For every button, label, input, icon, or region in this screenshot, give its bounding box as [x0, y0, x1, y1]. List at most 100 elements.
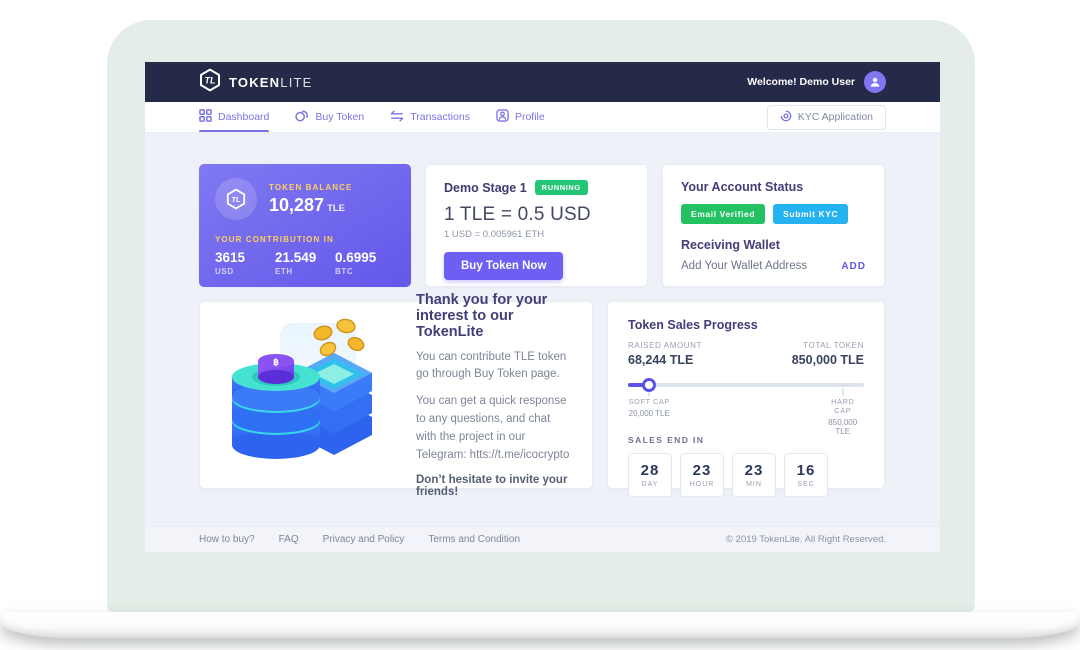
app-header: TL TOKENLITE Welcome! Demo User: [145, 62, 940, 102]
token-sales-progress-card: Token Sales Progress RAISED AMOUNT 68,24…: [607, 301, 885, 489]
token-stage-card: Demo Stage 1 RUNNING 1 TLE = 0.5 USD 1 U…: [425, 164, 648, 287]
balance-amount: 10,287TLE: [269, 195, 353, 216]
countdown-unit: SEC: [797, 481, 814, 488]
top-cards-row: TL TOKEN BALANCE 10,287TLE YOUR CONTRIBU…: [199, 164, 886, 287]
brand-name-bold: TOKEN: [229, 75, 280, 90]
contribution-currency: ETH: [275, 267, 335, 276]
contribution-btc: 0.6995 BTC: [335, 250, 395, 276]
sales-progress-slider: [628, 377, 864, 393]
balance-label: TOKEN BALANCE: [269, 183, 353, 192]
dashboard-grid-icon: [199, 109, 212, 125]
countdown-row: 28 DAY 23 HOUR 23 MIN 16: [628, 453, 864, 497]
countdown-box-hour: 23 HOUR: [680, 453, 724, 497]
sales-end-label: SALES END IN: [628, 435, 864, 445]
hard-cap-label-group: HARD CAP 850,000 TLE: [828, 397, 857, 436]
footer-link-faq[interactable]: FAQ: [279, 534, 299, 545]
nav-label: Dashboard: [218, 111, 269, 123]
laptop-mockup: TL TOKENLITE Welcome! Demo User Dashboar…: [0, 0, 1080, 650]
brand-name: TOKENLITE: [229, 75, 313, 90]
countdown-box-sec: 16 SEC: [784, 453, 828, 497]
token-rate: 1 TLE = 0.5 USD: [444, 204, 629, 226]
hard-cap-name: HARD CAP: [828, 397, 857, 415]
sales-progress-title: Token Sales Progress: [628, 318, 864, 332]
contribution-value: 21.549: [275, 250, 335, 265]
buy-token-now-button[interactable]: Buy Token Now: [444, 252, 563, 280]
soft-cap-label-group: SOFT CAP 20,000 TLE: [629, 397, 670, 418]
raised-amount-value: 68,244 TLE: [628, 353, 702, 367]
nav-item-profile[interactable]: Profile: [496, 102, 545, 132]
kyc-button-label: KYC Application: [798, 111, 873, 123]
receiving-wallet-title: Receiving Wallet: [681, 238, 866, 252]
countdown-box-min: 23 MIN: [732, 453, 776, 497]
countdown-value: 23: [745, 462, 764, 479]
countdown-unit: HOUR: [690, 481, 715, 488]
footer-link-privacy[interactable]: Privacy and Policy: [323, 534, 405, 545]
app-window: TL TOKENLITE Welcome! Demo User Dashboar…: [145, 62, 940, 552]
welcome-text: Welcome! Demo User: [747, 76, 855, 88]
kyc-application-button[interactable]: KYC Application: [767, 105, 886, 130]
contribution-value: 0.6995: [335, 250, 395, 265]
email-verified-badge: Email Verified: [681, 204, 765, 224]
stage-header: Demo Stage 1 RUNNING: [444, 180, 629, 195]
countdown-value: 16: [797, 462, 816, 479]
hard-cap-tick: [842, 388, 843, 396]
brand-name-light: LITE: [280, 75, 312, 90]
user-avatar[interactable]: [864, 71, 886, 93]
nav-item-dashboard[interactable]: Dashboard: [199, 102, 269, 132]
cap-labels: SOFT CAP 20,000 TLE HARD CAP 850,000 TLE: [628, 397, 864, 421]
transfer-arrows-icon: [390, 110, 404, 125]
nav-label: Transactions: [410, 111, 470, 123]
countdown-unit: DAY: [642, 481, 659, 488]
dashboard-content: TL TOKEN BALANCE 10,287TLE YOUR CONTRIBU…: [145, 133, 940, 526]
brand-logo: TL TOKENLITE: [199, 68, 313, 97]
user-menu[interactable]: Welcome! Demo User: [747, 71, 886, 93]
thank-you-invite-line: Don’t hesitate to invite your friends!: [416, 474, 570, 498]
nav-bar: Dashboard Buy Token Transactions Profile: [145, 102, 940, 133]
balance-number: 10,287: [269, 195, 324, 215]
token-balance-card: TL TOKEN BALANCE 10,287TLE YOUR CONTRIBU…: [199, 164, 411, 287]
countdown-value: 23: [693, 462, 712, 479]
nav-item-buy-token[interactable]: Buy Token: [295, 102, 364, 132]
total-token-value: 850,000 TLE: [792, 353, 864, 367]
add-wallet-link[interactable]: ADD: [841, 261, 866, 272]
contribution-value: 3615: [215, 250, 275, 265]
token-sub-rate: 1 USD = 0.005961 ETH: [444, 229, 629, 240]
countdown-value: 28: [641, 462, 660, 479]
brand-hexagon-icon: TL: [199, 68, 221, 97]
contribution-eth: 21.549 ETH: [275, 250, 335, 276]
laptop-base: [0, 612, 1080, 638]
balance-unit: TLE: [327, 203, 345, 214]
thank-you-paragraph-1: You can contribute TLE token go through …: [416, 349, 570, 385]
progress-handle[interactable]: [642, 378, 656, 392]
stage-title: Demo Stage 1: [444, 181, 527, 195]
coins-icon: [295, 109, 309, 125]
account-status-title: Your Account Status: [681, 180, 866, 194]
contribution-label: YOUR CONTRIBUTION IN: [215, 235, 395, 244]
coins-stack-illustration: ฿: [222, 317, 394, 474]
hard-cap-value: 850,000 TLE: [828, 418, 857, 436]
footer-link-how-to-buy[interactable]: How to buy?: [199, 534, 255, 545]
wallet-hint: Add Your Wallet Address: [681, 260, 807, 272]
svg-text:TL: TL: [205, 75, 216, 85]
sales-stats: RAISED AMOUNT 68,244 TLE TOTAL TOKEN 850…: [628, 341, 864, 367]
countdown-unit: MIN: [746, 481, 762, 488]
contribution-currency: USD: [215, 267, 275, 276]
balance-top: TL TOKEN BALANCE 10,287TLE: [215, 178, 395, 220]
nav-item-transactions[interactable]: Transactions: [390, 102, 470, 132]
footer-link-terms[interactable]: Terms and Condition: [428, 534, 520, 545]
svg-text:TL: TL: [232, 195, 241, 204]
status-badges: Email Verified Submit KYC: [681, 204, 866, 224]
app-footer: How to buy? FAQ Privacy and Policy Terms…: [145, 526, 940, 552]
thank-you-title: Thank you for your interest to our Token…: [416, 292, 570, 340]
total-token-label: TOTAL TOKEN: [792, 341, 864, 350]
thank-you-paragraph-2: You can get a quick response to any ques…: [416, 393, 570, 464]
progress-track: [628, 383, 864, 387]
contribution-usd: 3615 USD: [215, 250, 275, 276]
raised-amount: RAISED AMOUNT 68,244 TLE: [628, 341, 702, 367]
raised-amount-label: RAISED AMOUNT: [628, 341, 702, 350]
profile-icon: [496, 109, 509, 125]
nav-label: Buy Token: [315, 111, 364, 123]
thank-you-card: ฿ Thank you for your interest to our Tok…: [199, 301, 593, 489]
copyright-text: © 2019 TokenLite. All Right Reserved.: [726, 534, 886, 545]
submit-kyc-badge[interactable]: Submit KYC: [773, 204, 848, 224]
